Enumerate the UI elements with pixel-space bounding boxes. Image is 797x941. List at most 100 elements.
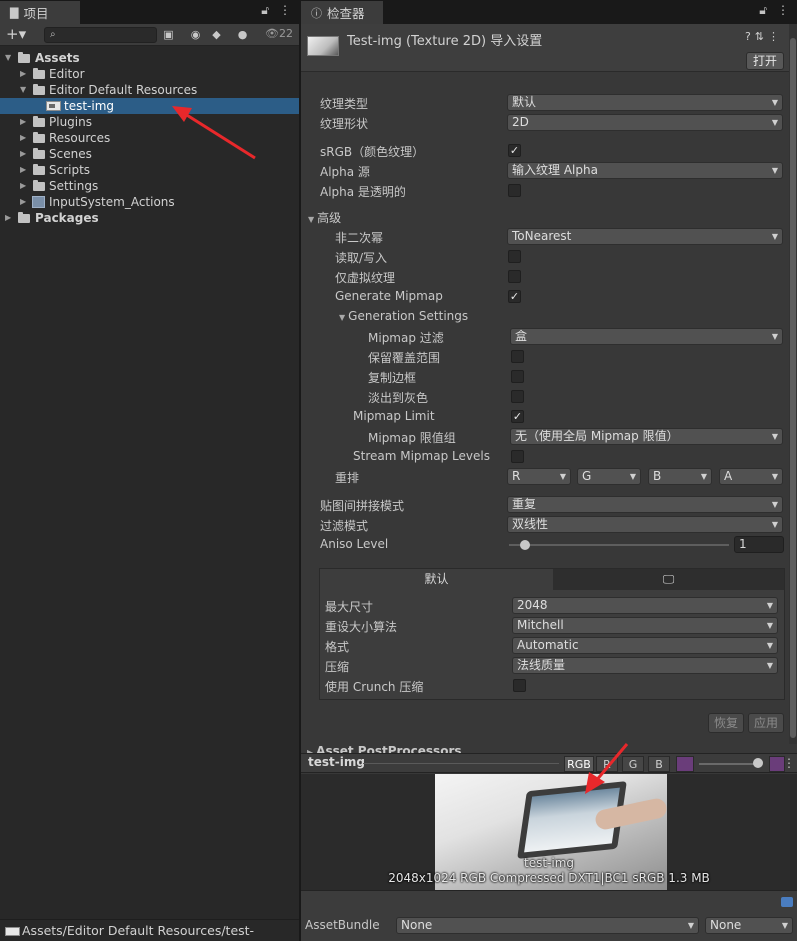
mipmap-limit-checkbox[interactable]: ✓ [511,410,524,423]
compression-dropdown[interactable]: 法线质量 [512,657,778,674]
apply-button[interactable]: 应用 [748,713,784,733]
alpha-channel-icon[interactable] [676,756,694,772]
channel-rgb-button[interactable]: RGB [564,756,594,772]
npot-dropdown[interactable]: ToNearest [507,228,783,245]
swizzle-b-dropdown[interactable]: B [648,468,712,485]
tree-item-input-actions[interactable]: ▶ InputSystem_Actions [0,194,299,210]
collapsed-arrow-icon[interactable]: ▶ [20,162,30,178]
tree-item-packages[interactable]: ▶ Packages [0,210,299,226]
swizzle-r-dropdown[interactable]: R [507,468,571,485]
collapsed-arrow-icon[interactable]: ▶ [5,210,15,226]
tree-item-editor[interactable]: ▶ Editor [0,66,299,82]
mipmap-filter-dropdown[interactable]: 盒 [510,328,783,345]
tab-project[interactable]: ▇ 项目 [0,1,80,24]
collapsed-arrow-icon[interactable]: ▶ [20,130,30,146]
resize-algorithm-dropdown[interactable]: Mitchell [512,617,778,634]
tree-item-resources[interactable]: ▶ Resources [0,130,299,146]
channel-r-button[interactable]: R [596,756,618,772]
alpha-transparency-checkbox[interactable] [508,184,521,197]
kebab-menu-icon[interactable]: ⋮ [279,3,291,18]
channel-b-button[interactable]: B [648,756,670,772]
revert-button[interactable]: 恢复 [708,713,744,733]
assetbundle-variant-dropdown[interactable]: None [705,917,793,934]
tab-platform-standalone[interactable]: 🖵︎ [553,569,784,590]
wrap-mode-dropdown[interactable]: 重复 [507,496,783,513]
search-by-type-icon[interactable]: ▣ [160,26,177,43]
kebab-menu-icon[interactable]: ⋮ [768,30,783,43]
prop-generation-settings[interactable]: ▼ Generation Settings [301,308,797,326]
channel-g-button[interactable]: G [622,756,644,772]
assetbundle-dropdown[interactable]: None [396,917,699,934]
kebab-menu-icon[interactable]: ⋮ [783,756,795,770]
preview-drag-handle[interactable] [363,763,559,764]
add-asset-button[interactable]: +▾ [6,25,26,43]
tree-item-scripts[interactable]: ▶ Scripts [0,162,299,178]
open-button[interactable]: 打开 [746,52,784,70]
prop-wrap-mode: 贴图间拼接模式 重复 [301,496,797,514]
tree-item-editor-default-resources[interactable]: ▼ Editor Default Resources [0,82,299,98]
kebab-menu-icon[interactable]: ⋮ [777,3,789,18]
advanced-foldout[interactable]: ▼ 高级 [308,209,341,226]
alpha-source-dropdown[interactable]: 输入纹理 Alpha [507,162,783,179]
inspector-tab-tools: 🔓︎ ⋮ [759,3,789,18]
texture-shape-dropdown[interactable]: 2D [507,114,783,131]
read-write-checkbox[interactable] [508,250,521,263]
tab-project-label: 项目 [23,6,49,21]
prop-label: Alpha 是透明的 [320,185,406,199]
generate-mipmap-checkbox[interactable]: ✓ [508,290,521,303]
log-icon[interactable]: ● [234,26,251,43]
asset-postprocessors-foldout[interactable]: ▶ Asset PostProcessors [307,744,462,753]
lock-icon[interactable]: 🔓︎ [261,3,269,18]
hidden-count: 22 [279,27,293,40]
collapsed-arrow-icon[interactable]: ▶ [20,178,30,194]
hidden-packages-toggle[interactable]: 👁︎22 [265,27,293,40]
collapsed-arrow-icon[interactable]: ▶ [20,146,30,162]
search-input[interactable]: ⌕ [44,27,157,43]
tab-platform-default[interactable]: 默认 [320,569,553,590]
stream-mipmap-checkbox[interactable] [511,450,524,463]
lock-icon[interactable]: 🔓︎ [759,3,767,18]
help-icon[interactable]: ? [745,30,755,43]
mip-slider-track[interactable] [699,763,761,765]
fadeout-checkbox[interactable] [511,390,524,403]
srgb-checkbox[interactable]: ✓ [508,144,521,157]
collapsed-arrow-icon[interactable]: ▶ [20,114,30,130]
texture-type-dropdown[interactable]: 默认 [507,94,783,111]
aniso-slider-track[interactable] [509,544,729,546]
tree-item-assets[interactable]: ▼ Assets [0,50,299,66]
preset-icon[interactable]: ⇅ [755,30,768,43]
collapsed-arrow-icon[interactable]: ▶ [20,194,30,210]
tab-inspector[interactable]: ⓘ 检查器 [301,1,383,24]
tag-icon[interactable] [781,897,793,907]
tree-item-plugins[interactable]: ▶ Plugins [0,114,299,130]
search-by-type-icon-2[interactable]: ◉ [187,26,204,43]
mipmap-limit-group-dropdown[interactable]: 无（使用全局 Mipmap 限值） [510,428,783,445]
swizzle-g-dropdown[interactable]: G [577,468,641,485]
expanded-arrow-icon[interactable]: ▼ [5,50,15,66]
collapsed-arrow-icon[interactable]: ▶ [20,66,30,82]
prop-replicate-border: 复制边框 [301,368,797,386]
generation-settings-foldout[interactable]: ▼ Generation Settings [339,309,468,323]
replicate-border-checkbox[interactable] [511,370,524,383]
swizzle-a-dropdown[interactable]: A [719,468,783,485]
crunch-checkbox[interactable] [513,679,526,692]
label-icon[interactable]: ◆ [208,26,225,43]
tree-item-settings[interactable]: ▶ Settings [0,178,299,194]
inspector-scrollbar[interactable] [789,24,797,744]
aniso-level-field[interactable]: 1 [734,536,784,553]
max-size-dropdown[interactable]: 2048 [512,597,778,614]
format-dropdown[interactable]: Automatic [512,637,778,654]
tree-item-scenes[interactable]: ▶ Scenes [0,146,299,162]
expanded-arrow-icon[interactable]: ▼ [20,82,30,98]
tree-item-test-img[interactable]: test-img [0,98,299,114]
scrollbar-thumb[interactable] [790,38,796,738]
aniso-slider-knob[interactable] [520,540,530,550]
preserve-coverage-checkbox[interactable] [511,350,524,363]
mip-slider-knob[interactable] [753,758,763,768]
virtual-texture-checkbox[interactable] [508,270,521,283]
prop-advanced-foldout[interactable]: ▼ 高级 [301,208,797,226]
prop-alpha-transparency: Alpha 是透明的 [301,182,797,200]
platform-settings-box: 默认 🖵︎ 最大尺寸 2048 重设大小算法 Mitchell 格式 Autom… [319,568,785,700]
filter-mode-dropdown[interactable]: 双线性 [507,516,783,533]
prop-filter-mode: 过滤模式 双线性 [301,516,797,534]
